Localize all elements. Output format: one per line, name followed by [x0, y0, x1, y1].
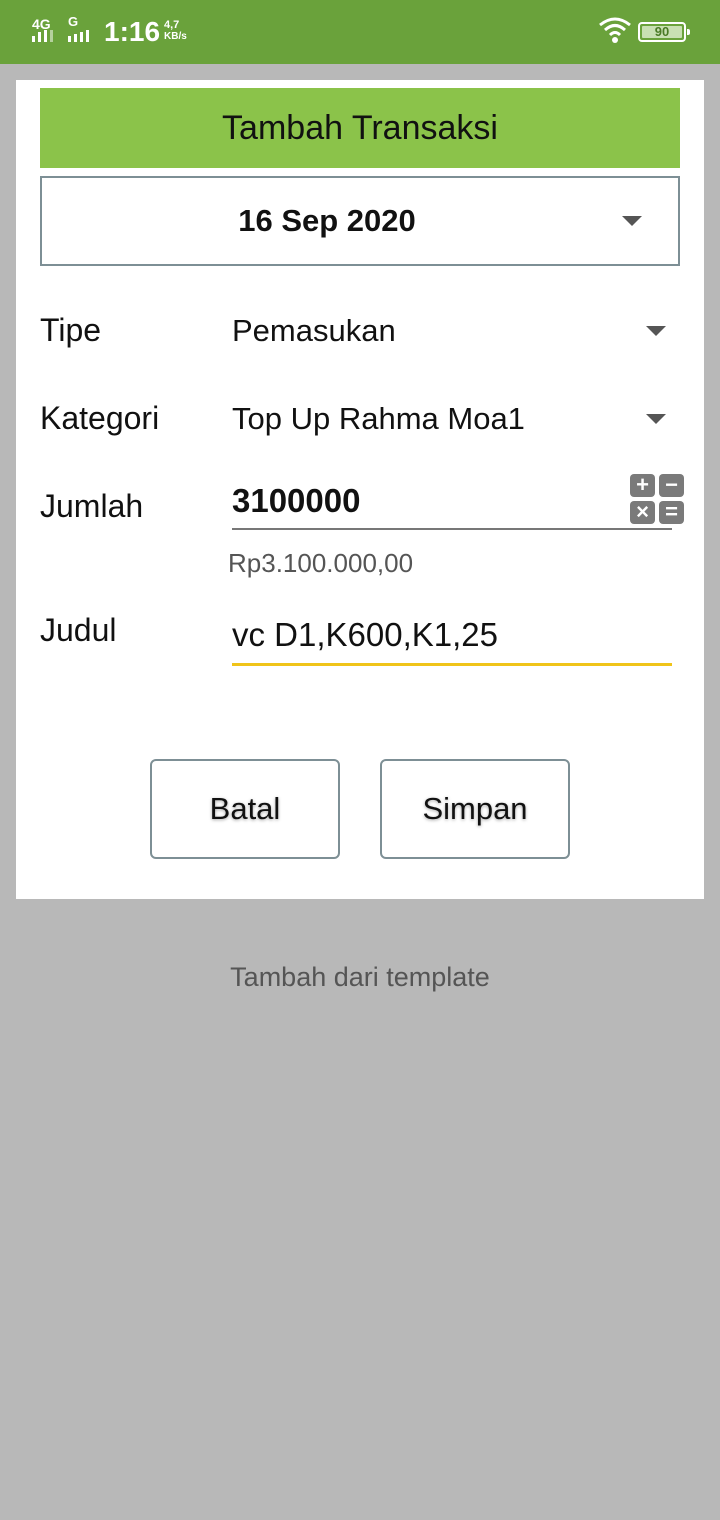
- speed-value: 4,7: [164, 19, 180, 31]
- add-transaction-dialog: Tambah Transaksi 16 Sep 2020 Tipe Pemasu…: [16, 80, 704, 899]
- battery-level: 90: [654, 24, 670, 39]
- clock: 1:16: [104, 16, 161, 47]
- network-speed: 4,7 KB/s: [164, 19, 187, 43]
- category-dropdown[interactable]: Top Up Rahma Moa1: [232, 401, 525, 437]
- amount-input[interactable]: 3100000: [232, 478, 672, 530]
- wifi-icon: [599, 17, 631, 43]
- type-label: Tipe: [40, 312, 102, 348]
- type-dropdown[interactable]: Pemasukan: [232, 313, 396, 349]
- category-chevron-down-icon[interactable]: [646, 414, 666, 424]
- dialog-title: Tambah Transaksi: [40, 88, 680, 168]
- title-input[interactable]: vc D1,K600,K1,25: [232, 612, 672, 666]
- save-button[interactable]: Simpan: [380, 759, 570, 859]
- signal-icon: [32, 30, 53, 42]
- title-label: Judul: [40, 612, 117, 648]
- add-from-template-link[interactable]: Tambah dari template: [0, 962, 720, 993]
- signal-icon-2: [68, 30, 89, 42]
- status-bar: 4G G 1:16 4,7 KB/s 90: [0, 0, 720, 64]
- cancel-button[interactable]: Batal: [150, 759, 340, 859]
- battery-icon: 90: [638, 22, 690, 42]
- date-value: 16 Sep 2020: [238, 203, 416, 238]
- amount-label: Jumlah: [40, 488, 144, 524]
- calculator-icon[interactable]: + − × =: [630, 474, 686, 526]
- speed-unit: KB/s: [164, 31, 187, 42]
- date-picker[interactable]: 16 Sep 2020: [40, 176, 680, 266]
- network-type-2: G: [68, 14, 79, 29]
- type-chevron-down-icon[interactable]: [646, 326, 666, 336]
- category-label: Kategori: [40, 400, 160, 436]
- chevron-down-icon: [622, 216, 642, 226]
- amount-formatted: Rp3.100.000,00: [228, 548, 414, 578]
